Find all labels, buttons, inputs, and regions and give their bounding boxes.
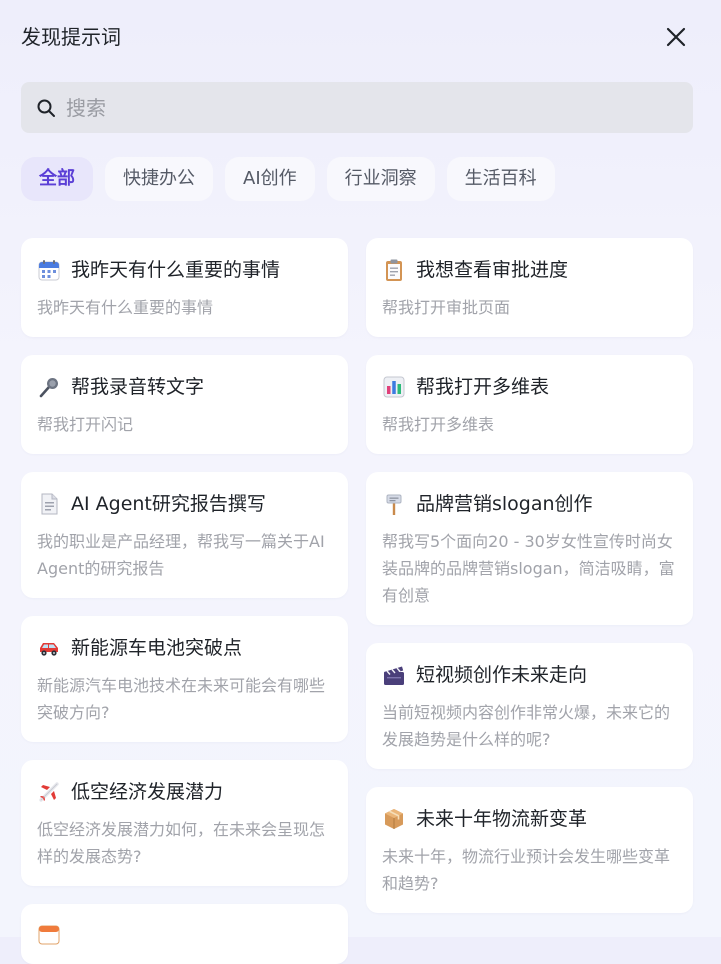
- card-description: 当前短视频内容创作非常火爆，未来它的发展趋势是什么样的呢?: [382, 703, 671, 749]
- search-input[interactable]: [64, 94, 648, 121]
- card-description: 未来十年，物流行业预计会发生哪些变革和趋势?: [382, 847, 671, 893]
- airplane-icon: [37, 780, 61, 804]
- calendar-icon: [37, 258, 61, 282]
- tab-life-encyclopedia[interactable]: 生活百科: [446, 157, 555, 201]
- prompt-column-right: 我想查看审批进度 帮我打开审批页面 帮我打开多维表 帮我打开多维表 品牌营销sl…: [366, 238, 693, 913]
- clipboard-icon: [382, 258, 406, 282]
- prompt-card[interactable]: 我想查看审批进度 帮我打开审批页面: [366, 238, 693, 337]
- header: 发现提示词: [21, 22, 700, 52]
- search-bar[interactable]: [21, 82, 693, 133]
- calendar-icon: [37, 922, 61, 946]
- card-description: 帮我打开多维表: [382, 415, 495, 434]
- card-description: 帮我写5个面向20 - 30岁女性宣传时尚女装品牌的品牌营销slogan，简洁吸…: [382, 532, 675, 605]
- card-title: 我想查看审批进度: [416, 259, 569, 281]
- card-title: 新能源车电池突破点: [71, 637, 243, 659]
- tab-industry-insight[interactable]: 行业洞察: [326, 157, 435, 201]
- prompt-card[interactable]: [21, 904, 348, 964]
- bar-chart-icon: [382, 375, 406, 399]
- card-description: 我昨天有什么重要的事情: [37, 298, 214, 317]
- prompt-card[interactable]: 帮我录音转文字 帮我打开闪记: [21, 355, 348, 454]
- prompt-card[interactable]: AI Agent研究报告撰写 我的职业是产品经理，帮我写一篇关于AI Agent…: [21, 472, 348, 598]
- card-title: 品牌营销slogan创作: [416, 493, 593, 515]
- card-description: 新能源汽车电池技术在未来可能会有哪些突破方向?: [37, 676, 326, 722]
- prompt-column-left: 我昨天有什么重要的事情 我昨天有什么重要的事情 帮我录音转文字 帮我打开闪记 A…: [21, 238, 348, 964]
- package-icon: [382, 807, 406, 831]
- search-icon: [37, 99, 55, 117]
- card-title: AI Agent研究报告撰写: [71, 493, 266, 515]
- page-title: 发现提示词: [21, 25, 121, 49]
- card-title: 帮我录音转文字: [71, 376, 205, 398]
- car-icon: [37, 636, 61, 660]
- card-title: 未来十年物流新变革: [416, 808, 588, 830]
- card-title: 我昨天有什么重要的事情: [71, 259, 281, 281]
- prompt-card[interactable]: 未来十年物流新变革 未来十年，物流行业预计会发生哪些变革和趋势?: [366, 787, 693, 913]
- clapperboard-icon: [382, 663, 406, 687]
- close-icon[interactable]: [664, 25, 688, 49]
- prompt-card[interactable]: 低空经济发展潜力 低空经济发展潜力如何，在未来会呈现怎样的发展态势?: [21, 760, 348, 886]
- card-title: 短视频创作未来走向: [416, 664, 588, 686]
- card-title: 帮我打开多维表: [416, 376, 550, 398]
- card-description: 帮我打开审批页面: [382, 298, 511, 317]
- prompt-card[interactable]: 短视频创作未来走向 当前短视频内容创作非常火爆，未来它的发展趋势是什么样的呢?: [366, 643, 693, 769]
- prompt-card[interactable]: 帮我打开多维表 帮我打开多维表: [366, 355, 693, 454]
- tab-ai-creation[interactable]: AI创作: [225, 157, 315, 201]
- prompt-card[interactable]: 我昨天有什么重要的事情 我昨天有什么重要的事情: [21, 238, 348, 337]
- tab-quick-office[interactable]: 快捷办公: [105, 157, 213, 201]
- prompt-card[interactable]: 新能源车电池突破点 新能源汽车电池技术在未来可能会有哪些突破方向?: [21, 616, 348, 742]
- microphone-icon: [37, 375, 61, 399]
- category-tabs: 全部 快捷办公 AI创作 行业洞察 生活百科: [21, 157, 555, 201]
- card-description: 我的职业是产品经理，帮我写一篇关于AI Agent的研究报告: [37, 532, 325, 578]
- card-title: 低空经济发展潜力: [71, 781, 224, 803]
- prompt-card[interactable]: 品牌营销slogan创作 帮我写5个面向20 - 30岁女性宣传时尚女装品牌的品…: [366, 472, 693, 625]
- signpost-icon: [382, 492, 406, 516]
- card-description: 低空经济发展潜力如何，在未来会呈现怎样的发展态势?: [37, 820, 326, 866]
- document-icon: [37, 492, 61, 516]
- card-description: 帮我打开闪记: [37, 415, 134, 434]
- tab-all[interactable]: 全部: [21, 157, 93, 201]
